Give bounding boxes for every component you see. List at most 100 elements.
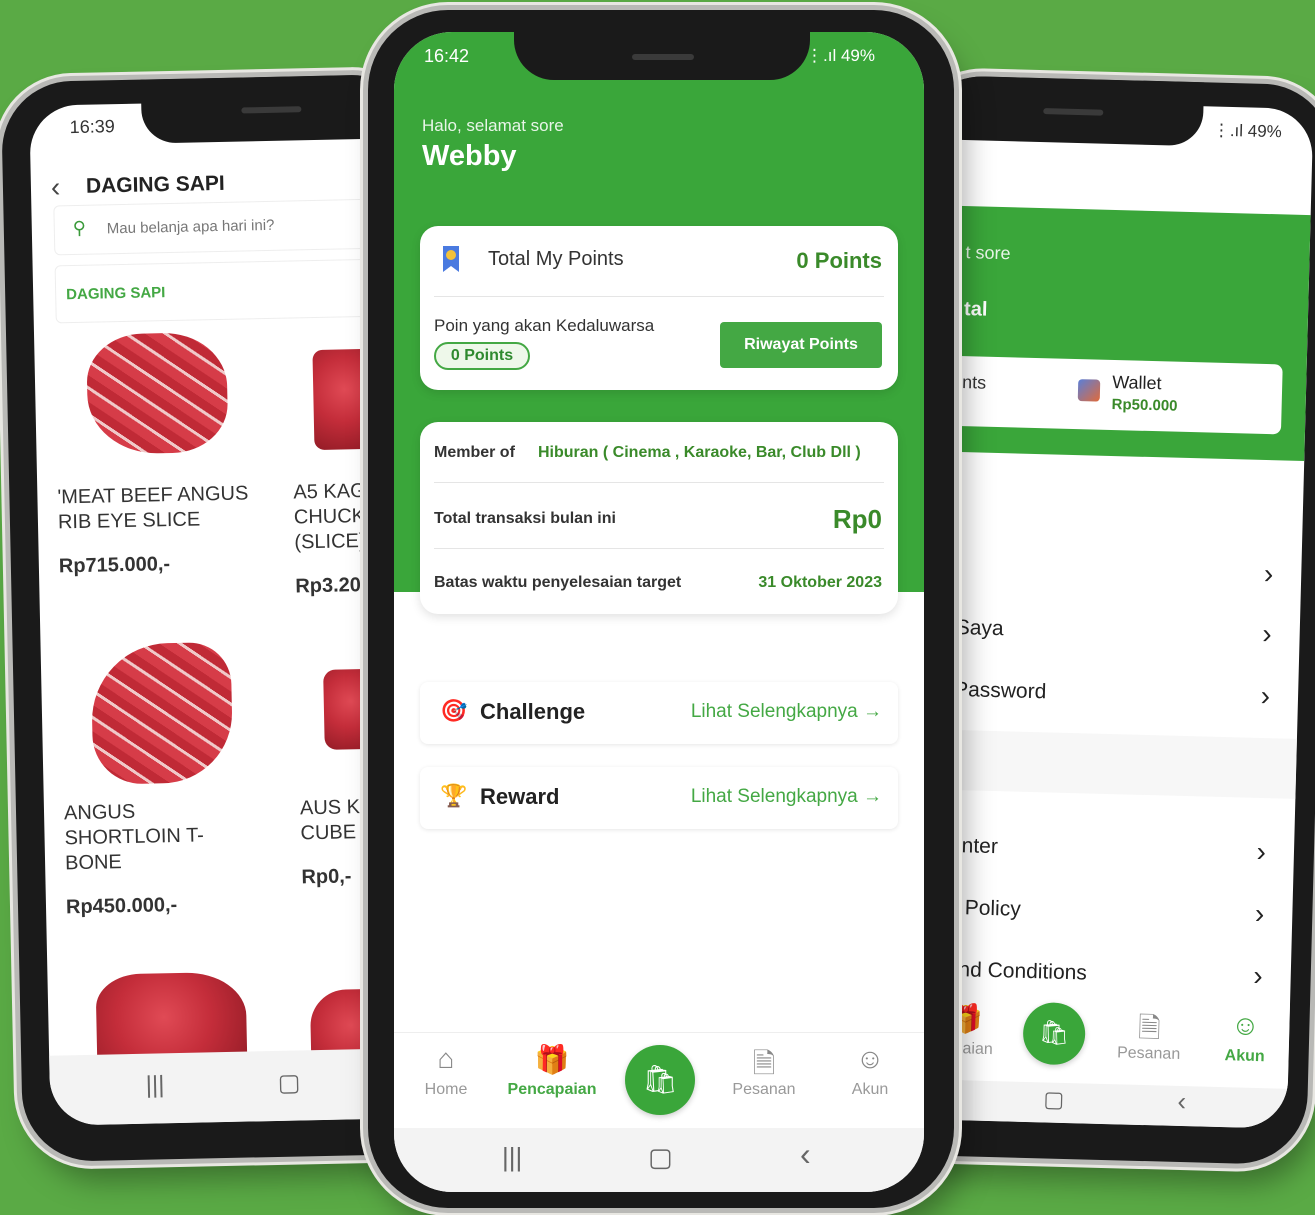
member-label: Member of	[434, 444, 515, 461]
product-name: 'MEAT BEEF ANGUS RIB EYE SLICE	[57, 482, 249, 534]
chevron-right-icon: ›	[1253, 959, 1264, 992]
status-battery: ⋮.ıl 49%	[806, 46, 875, 65]
tab-label: Pesanan	[1116, 1044, 1181, 1063]
tab-label: Akun	[1224, 1047, 1265, 1066]
search-placeholder: Mau belanja apa hari ini?	[106, 216, 275, 238]
product-image[interactable]	[86, 331, 229, 455]
tab-label: Pesanan	[732, 1081, 796, 1098]
menu-label: Password	[953, 677, 1047, 704]
chevron-right-icon: ›	[1256, 835, 1267, 868]
search-input[interactable]: ⚲ Mau belanja apa hari ini?	[53, 197, 417, 256]
reward-row[interactable]: 🏆 Reward Lihat Selengkapnya →	[420, 767, 898, 829]
tab-orders[interactable]: 🗎 Pesanan	[714, 1043, 814, 1099]
ribbon-icon	[443, 246, 459, 272]
deadline-value: 31 Oktober 2023	[758, 574, 882, 591]
divider	[434, 548, 884, 549]
back-icon[interactable]: ‹	[800, 1136, 811, 1173]
member-card: Member of Hiburan ( Cinema , Karaoke, Ba…	[420, 422, 898, 614]
cart-button[interactable]: 🛍	[625, 1045, 695, 1115]
points-value: 0 Points	[796, 248, 882, 273]
product-image[interactable]	[90, 641, 234, 785]
tab-label: Akun	[851, 1081, 889, 1098]
challenge-title: Challenge	[480, 699, 586, 724]
user-name: tal	[963, 298, 988, 321]
cart-button[interactable]: 🛍	[1022, 1001, 1086, 1066]
notch	[514, 10, 810, 80]
tab-account[interactable]: ☺ Akun	[820, 1043, 920, 1099]
points-card: Total My Points 0 Points Poin yang akan …	[420, 226, 898, 390]
chevron-right-icon: ›	[1260, 679, 1271, 712]
gift-icon: 🎁	[534, 1044, 570, 1075]
menu-label: y Policy	[948, 895, 1022, 921]
user-name: Webby	[422, 140, 517, 172]
recent-apps-icon[interactable]: |||	[145, 1071, 164, 1099]
chevron-right-icon: ›	[1263, 558, 1274, 590]
product-name: ANGUS SHORTLOIN T-BONE	[63, 800, 205, 875]
menu-label: and Conditions	[946, 957, 1088, 985]
product-card[interactable]: ANGUS SHORTLOIN T-BONE Rp450.000,-	[64, 797, 266, 919]
home-icon: ⌂	[437, 1043, 455, 1074]
menu-item[interactable]: Password ›	[897, 660, 1298, 730]
tab-home[interactable]: ⌂ Home	[396, 1043, 496, 1099]
wallet-icon	[1077, 379, 1101, 402]
member-value: Hiburan ( Cinema , Karaoke, Bar, Club Dl…	[538, 444, 861, 461]
notch	[912, 74, 1205, 147]
recent-apps-icon[interactable]: |||	[502, 1142, 522, 1173]
home-circle-icon[interactable]: ▢	[277, 1068, 300, 1097]
menu-label: enter	[949, 833, 999, 859]
back-icon[interactable]: ‹	[51, 171, 61, 203]
tab-orders[interactable]: 🗎 Pesanan	[1098, 1006, 1199, 1065]
tab-label: Pencapaian	[507, 1081, 597, 1098]
challenge-see-more-link[interactable]: Lihat Selengkapnya →	[691, 701, 882, 723]
back-icon[interactable]: ‹	[1177, 1086, 1186, 1117]
product-price: Rp450.000,-	[65, 894, 178, 919]
user-circle-icon: ☺	[1230, 1009, 1261, 1042]
system-nav-bar: ||| ▢ ‹	[394, 1128, 924, 1192]
points-history-button[interactable]: Riwayat Points	[720, 322, 882, 368]
search-icon: ⚲	[72, 217, 87, 239]
status-time: 16:39	[69, 116, 115, 138]
center-screen: 16:42 ⋮.ıl 49% Halo, selamat sore Webby …	[394, 32, 924, 1192]
transaction-label: Total transaksi bulan ini	[434, 510, 616, 527]
menu-item[interactable]: ›	[900, 539, 1301, 609]
target-icon: 🎯	[440, 698, 468, 723]
tab-account[interactable]: ☺ Akun	[1194, 1008, 1295, 1067]
challenge-row[interactable]: 🎯 Challenge Lihat Selengkapnya →	[420, 682, 898, 744]
points-title: Total My Points	[488, 248, 624, 270]
center-phone: 16:42 ⋮.ıl 49% Halo, selamat sore Webby …	[368, 10, 954, 1208]
home-circle-icon[interactable]: ▢	[648, 1142, 673, 1173]
wallet-card[interactable]: nts Wallet Rp50.000	[905, 354, 1283, 435]
product-price: Rp715.000,-	[58, 553, 171, 578]
status-battery: ⋮.ıl 49%	[1212, 120, 1283, 142]
deadline-label: Batas waktu penyelesaian target	[434, 574, 682, 591]
wallet-label: Wallet	[1111, 371, 1162, 394]
page-title: DAGING SAPI	[85, 171, 225, 198]
status-time: 16:42	[424, 46, 470, 66]
category-label: DAGING SAPI	[66, 284, 166, 304]
user-circle-icon: ☺	[855, 1043, 885, 1074]
wallet-value: Rp50.000	[1111, 395, 1178, 415]
document-icon: 🗎	[752, 1048, 776, 1079]
chevron-right-icon: ›	[1254, 897, 1265, 930]
transaction-value: Rp0	[832, 504, 882, 534]
trophy-icon: 🏆	[440, 783, 468, 808]
reward-title: Reward	[480, 784, 560, 809]
bottom-tab-bar: ⌂ Home 🎁 Pencapaian 🛍 🗎 Pesanan ☺ Akun	[394, 1032, 924, 1129]
category-tab[interactable]: DAGING SAPI	[54, 257, 418, 324]
section-divider	[895, 728, 1297, 799]
notch	[140, 74, 402, 144]
menu-item[interactable]: Saya ›	[899, 599, 1300, 669]
expiring-points-badge: 0 Points	[434, 342, 530, 370]
menu-label: Saya	[955, 615, 1004, 641]
greeting: t sore	[965, 242, 1011, 264]
divider	[434, 482, 884, 483]
divider	[434, 296, 884, 297]
reward-see-more-link[interactable]: Lihat Selengkapnya →	[691, 786, 882, 808]
product-card[interactable]: 'MEAT BEEF ANGUS RIB EYE SLICE Rp715.000…	[57, 481, 259, 578]
greeting: Halo, selamat sore	[422, 116, 564, 135]
document-icon: 🗎	[1137, 1011, 1161, 1044]
home-circle-icon[interactable]: ▢	[1043, 1086, 1064, 1113]
tab-achievement[interactable]: 🎁 Pencapaian	[502, 1043, 602, 1099]
chevron-right-icon: ›	[1261, 617, 1273, 650]
points-label: nts	[961, 372, 987, 393]
